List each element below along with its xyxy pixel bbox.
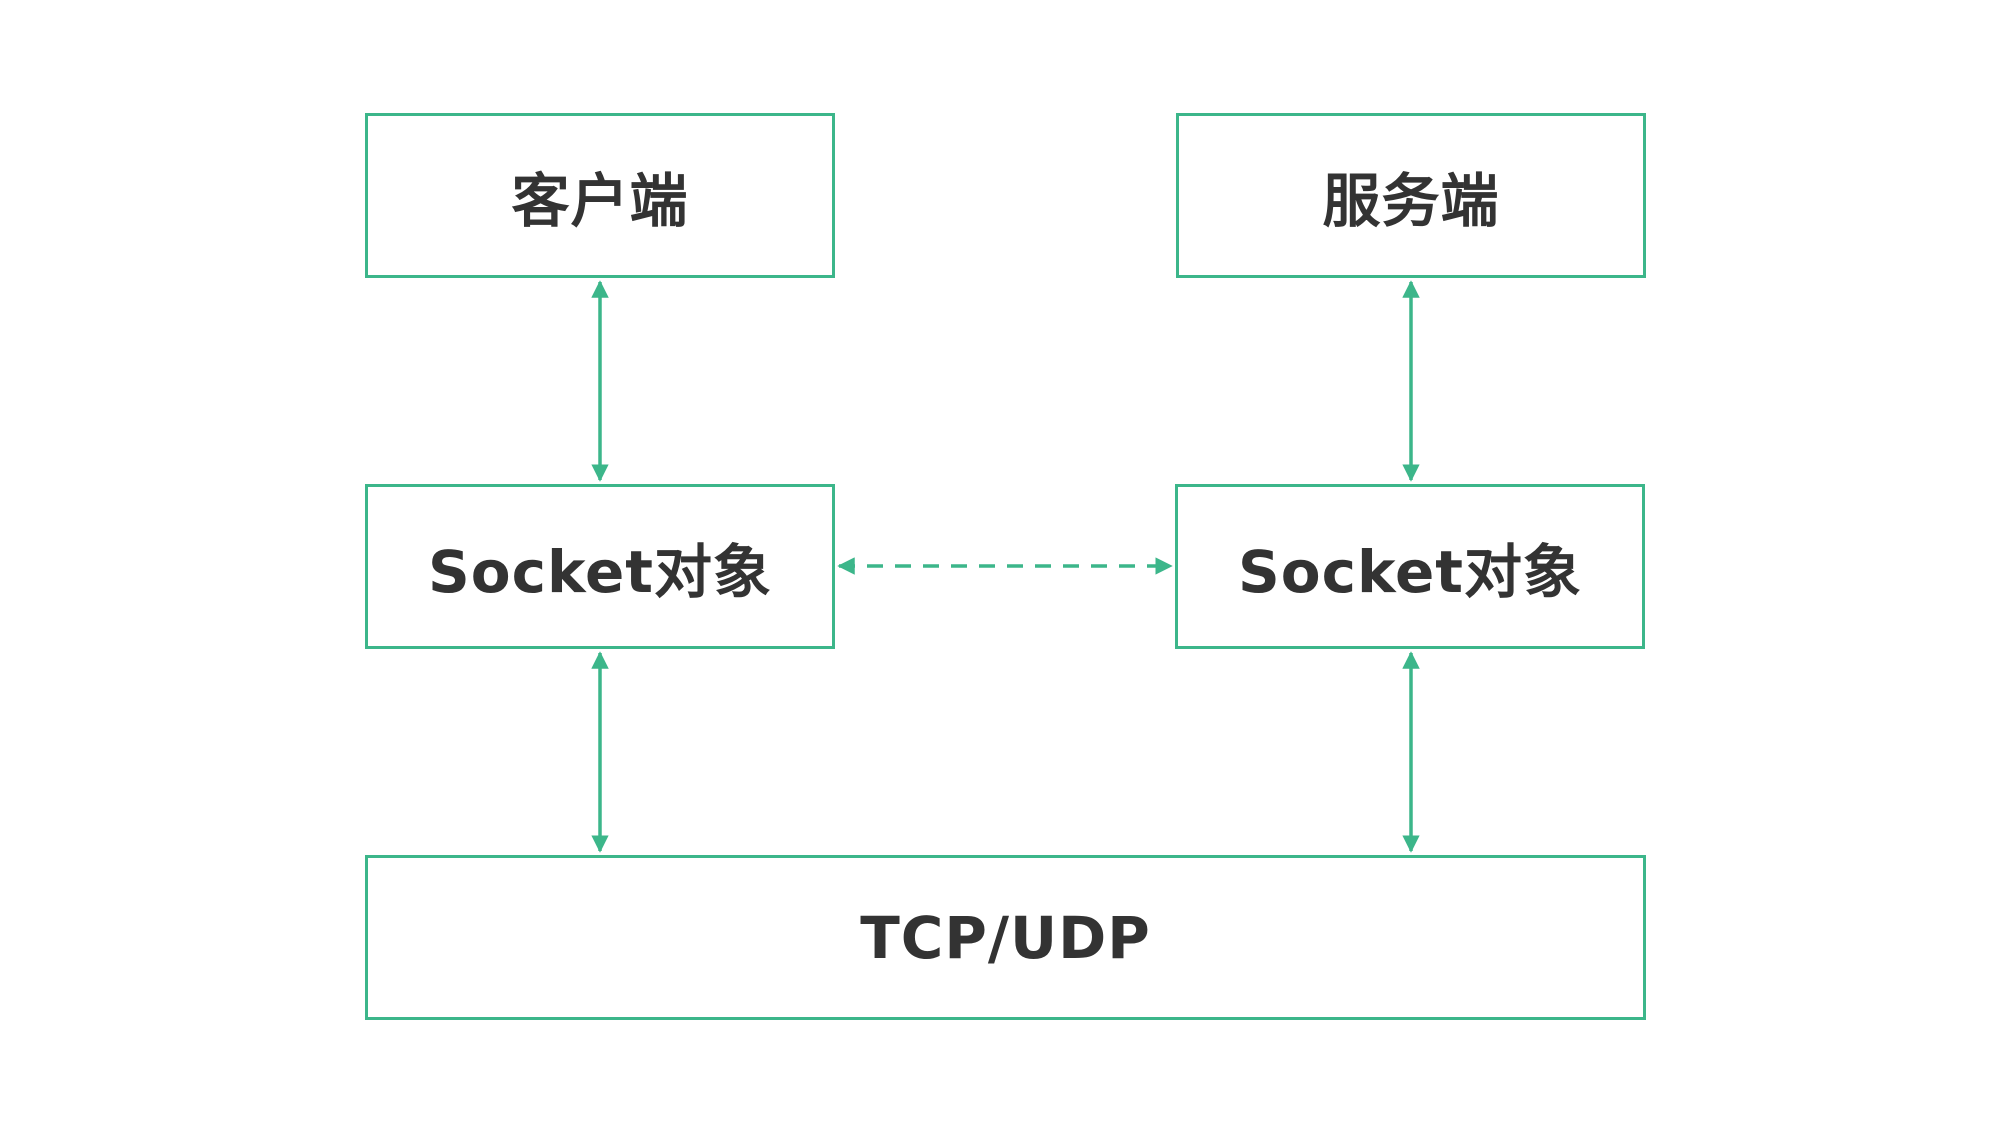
node-server-label: 服务端	[1322, 166, 1500, 235]
node-socket-client-label: Socket对象	[427, 537, 773, 606]
node-client: 客户端	[365, 113, 835, 278]
node-socket-client: Socket对象	[365, 484, 835, 649]
node-server: 服务端	[1176, 113, 1646, 278]
node-transport-label: TCP/UDP	[860, 903, 1151, 972]
node-socket-server-label: Socket对象	[1237, 537, 1583, 606]
node-client-label: 客户端	[511, 166, 689, 235]
node-socket-server: Socket对象	[1175, 484, 1645, 649]
node-transport: TCP/UDP	[365, 855, 1646, 1020]
